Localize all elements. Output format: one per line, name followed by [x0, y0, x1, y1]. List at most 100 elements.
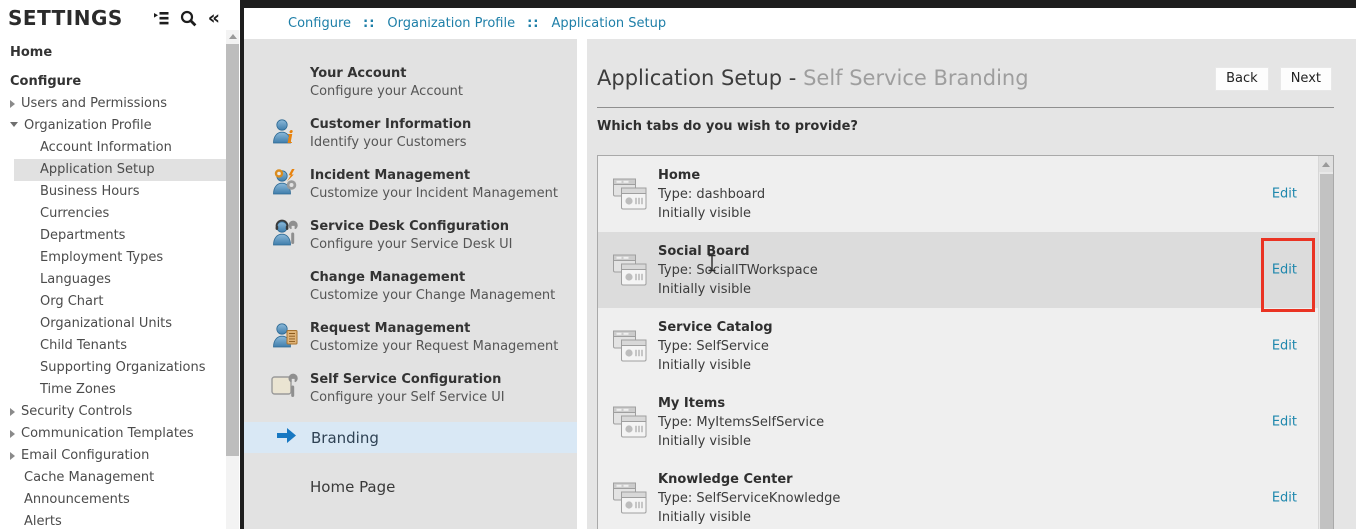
breadcrumb-link-configure[interactable]: Configure — [288, 16, 351, 31]
request-management-icon — [271, 321, 299, 349]
tab-row-service-catalog[interactable]: Service CatalogType: SelfServiceInitiall… — [598, 308, 1333, 384]
sidebar-item-departments[interactable]: Departments — [0, 225, 227, 247]
sidebar-item-home[interactable]: Home — [0, 40, 240, 64]
tab-title: Home — [658, 166, 765, 185]
sidebar-item-currencies[interactable]: Currencies — [0, 203, 227, 225]
tab-windows-icon — [611, 328, 651, 364]
search-icon[interactable] — [180, 10, 197, 27]
sidebar-item-communication-templates[interactable]: Communication Templates — [0, 423, 240, 445]
edit-link-knowledge-center[interactable]: Edit — [1272, 491, 1297, 506]
tab-row-knowledge-center[interactable]: Knowledge CenterType: SelfServiceKnowled… — [598, 460, 1333, 529]
tab-visibility: Initially visible — [658, 280, 818, 299]
tab-type: Type: dashboard — [658, 185, 765, 204]
sidebar-item-application-setup[interactable]: Application Setup — [14, 159, 227, 181]
sidebar-scrollbar-thumb[interactable] — [226, 44, 239, 456]
sidebar-item-business-hours[interactable]: Business Hours — [0, 181, 227, 203]
sidebar-item-label: Org Chart — [40, 294, 103, 309]
sidebar-item-organizational-units[interactable]: Organizational Units — [0, 313, 227, 335]
tab-row-my-items[interactable]: My ItemsType: MyItemsSelfServiceInitiall… — [598, 384, 1333, 460]
page-title-primary: Application Setup - — [597, 66, 796, 90]
edit-link-my-items[interactable]: Edit — [1272, 415, 1297, 430]
menu-item-title: Request Management — [310, 320, 577, 338]
tree-view-icon[interactable] — [154, 12, 169, 25]
sidebar-item-announcements[interactable]: Announcements — [0, 489, 240, 511]
menu-item-service-desk-configuration[interactable]: Service Desk ConfigurationConfigure your… — [244, 218, 577, 269]
sidebar-item-security-controls[interactable]: Security Controls — [0, 401, 240, 423]
sidebar-nav: Home Configure Users and Permissions Organi… — [0, 40, 240, 529]
breadcrumb-separator: :: — [363, 16, 375, 31]
menu-item-your-account[interactable]: Your AccountConfigure your Account — [244, 65, 577, 116]
menu-item-title: Customer Information — [310, 116, 577, 134]
menu-item-subtitle: Configure your Service Desk UI — [310, 236, 577, 254]
sidebar-item-label: Announcements — [24, 492, 130, 507]
sidebar-item-label: Time Zones — [40, 382, 116, 397]
menu-item-incident-management[interactable]: Incident ManagementCustomize your Incide… — [244, 167, 577, 218]
collapsed-arrow-icon[interactable] — [10, 408, 15, 416]
collapsed-arrow-icon[interactable] — [10, 100, 15, 108]
setup-menu-panel: Your AccountConfigure your Accounti Custo… — [244, 39, 577, 529]
menu-item-home-page[interactable]: Home Page — [310, 478, 577, 496]
menu-item-branding[interactable]: Branding — [244, 422, 577, 453]
sidebar-item-users-and-permissions[interactable]: Users and Permissions — [0, 93, 240, 115]
sidebar-item-employment-types[interactable]: Employment Types — [0, 247, 227, 269]
sidebar-item-org-chart[interactable]: Org Chart — [0, 291, 227, 313]
scroll-up-arrow-icon[interactable] — [226, 30, 239, 43]
sidebar-item-label: Users and Permissions — [21, 96, 167, 111]
application-setup-page: SETTINGS « HomeConfigureUsers and Permis… — [0, 0, 1356, 529]
title-divider — [597, 107, 1334, 108]
top-black-strip — [244, 0, 1356, 8]
tab-row-home[interactable]: HomeType: dashboardInitially visibleEdit — [598, 156, 1333, 232]
sidebar-item-label: Departments — [40, 228, 125, 243]
sidebar-item-supporting-organizations[interactable]: Supporting Organizations — [0, 357, 227, 379]
sidebar-item-configure[interactable]: Configure — [0, 69, 240, 93]
breadcrumb-link-organization-profile[interactable]: Organization Profile — [387, 16, 515, 31]
sidebar-item-languages[interactable]: Languages — [0, 269, 227, 291]
collapsed-arrow-icon[interactable] — [10, 430, 15, 438]
sidebar-item-child-tenants[interactable]: Child Tenants — [0, 335, 227, 357]
next-button[interactable]: Next — [1280, 67, 1332, 91]
tabs-list-scrollbar[interactable] — [1318, 156, 1333, 529]
collapse-sidebar-icon[interactable]: « — [208, 10, 220, 26]
sidebar-item-account-information[interactable]: Account Information — [0, 137, 227, 159]
sidebar-item-alerts[interactable]: Alerts — [0, 511, 240, 529]
sidebar-item-label: Communication Templates — [21, 426, 194, 441]
incident-management-icon — [271, 168, 299, 196]
edit-link-service-catalog[interactable]: Edit — [1272, 339, 1297, 354]
sidebar-item-time-zones[interactable]: Time Zones — [0, 379, 227, 401]
service-desk-configuration-icon — [271, 219, 299, 247]
sidebar-item-label: Child Tenants — [40, 338, 127, 353]
page-title: Application Setup - Self Service Brandin… — [597, 66, 1029, 90]
sidebar-item-email-configuration[interactable]: Email Configuration — [0, 445, 240, 467]
sidebar-item-label: Business Hours — [40, 184, 140, 199]
tab-visibility: Initially visible — [658, 432, 824, 451]
edit-link-home[interactable]: Edit — [1272, 187, 1297, 202]
customer-information-icon: i — [271, 117, 299, 145]
sidebar-scrollbar[interactable] — [226, 30, 239, 529]
menu-item-self-service-configuration[interactable]: Self Service ConfigurationConfigure your… — [244, 371, 577, 422]
sidebar-item-label: Languages — [40, 272, 111, 287]
sidebar-item-organization-profile[interactable]: Organization Profile — [0, 115, 240, 137]
menu-item-subtitle: Customize your Incident Management — [310, 185, 577, 203]
menu-item-request-management[interactable]: Request ManagementCustomize your Request… — [244, 320, 577, 371]
menu-item-customer-information[interactable]: iCustomer InformationIdentify your Custo… — [244, 116, 577, 167]
tab-type: Type: SocialITWorkspace — [658, 261, 818, 280]
tab-visibility: Initially visible — [658, 356, 773, 375]
scroll-up-arrow-icon[interactable] — [1319, 156, 1333, 172]
tab-windows-icon — [611, 480, 651, 516]
sidebar-item-label: Organizational Units — [40, 316, 172, 331]
back-button[interactable]: Back — [1215, 67, 1269, 91]
tabs-question: Which tabs do you wish to provide? — [597, 119, 858, 134]
sidebar-item-cache-management[interactable]: Cache Management — [0, 467, 240, 489]
menu-item-change-management[interactable]: Change ManagementCustomize your Change M… — [244, 269, 577, 320]
page-title-secondary: Self Service Branding — [803, 66, 1028, 90]
breadcrumb: Configure::Organization Profile::Applica… — [244, 8, 1356, 39]
setup-menu-items: Your AccountConfigure your Accounti Custo… — [244, 65, 577, 422]
expanded-arrow-icon[interactable] — [10, 122, 18, 127]
sidebar-item-label: Alerts — [24, 514, 62, 529]
content-panel: Application Setup - Self Service Brandin… — [587, 39, 1356, 529]
sidebar-header-icons: « — [154, 10, 220, 27]
tabs-scrollbar-thumb[interactable] — [1320, 174, 1333, 529]
tab-title: Social Board — [658, 242, 818, 261]
breadcrumb-link-application-setup[interactable]: Application Setup — [552, 16, 667, 31]
collapsed-arrow-icon[interactable] — [10, 452, 15, 460]
